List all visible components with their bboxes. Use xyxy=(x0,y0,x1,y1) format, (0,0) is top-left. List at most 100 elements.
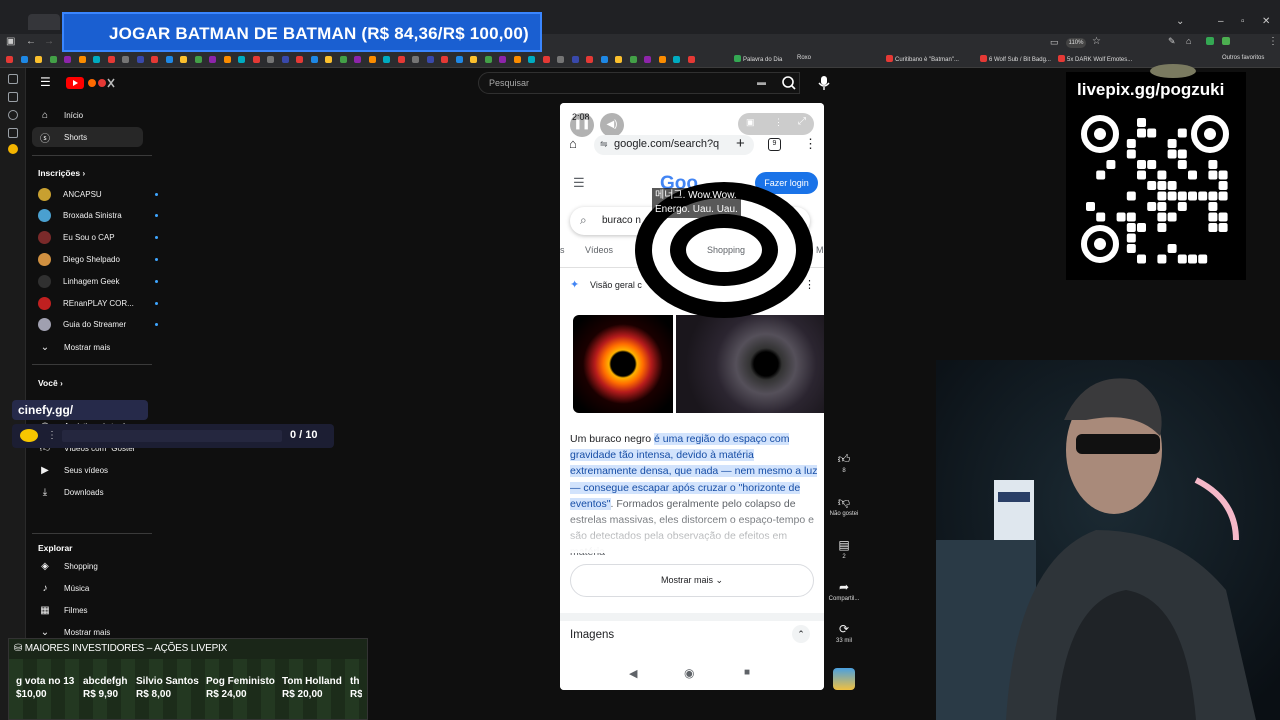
bookmark-favicon-icon[interactable] xyxy=(78,56,86,63)
sidebar-item-film[interactable]: ▦ Filmes xyxy=(32,600,168,620)
keyboard-icon[interactable]: ▬ xyxy=(757,77,766,87)
maximize-icon[interactable]: ▫ xyxy=(1241,16,1245,27)
bookmark-favicon-icon[interactable] xyxy=(339,56,347,63)
sidebar-toggle-icon[interactable]: ▣ xyxy=(6,36,15,47)
bookmark-star-icon[interactable]: ☆ xyxy=(1092,36,1101,47)
bookmark-favicon-icon[interactable] xyxy=(325,56,332,63)
bookmark[interactable]: 6 Wolf Sub / Bit Badg... xyxy=(980,55,1051,63)
bookmark-favicon-icon[interactable] xyxy=(629,56,637,63)
star-icon[interactable] xyxy=(8,128,18,138)
close-icon[interactable]: ✕ xyxy=(1262,16,1270,27)
bookmark-favicon-icon[interactable] xyxy=(281,56,289,63)
extension-icon[interactable] xyxy=(1222,37,1230,45)
subscription-item[interactable]: ANCAPSU xyxy=(32,184,168,204)
bookmark-favicon-icon[interactable] xyxy=(571,56,579,63)
bookmark[interactable]: 5x DARK Wolf Emotes... xyxy=(1058,55,1132,63)
bookmark-favicon-icon[interactable] xyxy=(412,56,419,63)
other-bookmarks[interactable]: Outros favoritos xyxy=(1222,55,1264,61)
screen-icon[interactable]: ▭ xyxy=(1050,37,1059,48)
pause-icon[interactable]: ❚❚ xyxy=(570,113,594,137)
extension-icon[interactable] xyxy=(8,144,18,154)
sidebar-item-shorts[interactable]: ⓢ Shorts xyxy=(32,127,143,147)
sidebar-item-inicio[interactable]: ⌂ Início xyxy=(32,105,168,125)
sound-thumbnail[interactable] xyxy=(833,668,855,690)
hamburger-menu-icon[interactable]: ☰ xyxy=(40,75,51,89)
back-icon[interactable]: ← xyxy=(26,36,36,47)
bookmark-favicon-icon[interactable] xyxy=(368,56,376,63)
home-icon[interactable]: ⌂ xyxy=(569,136,577,151)
subscription-item[interactable]: Guia do Streamer xyxy=(32,315,168,335)
chevron-up-icon[interactable]: ⌃ xyxy=(792,625,810,643)
bookmark-favicon-icon[interactable] xyxy=(383,56,390,63)
search-input[interactable]: Pesquisar xyxy=(478,72,800,94)
subscription-item[interactable]: REnanPLAY COR... xyxy=(32,293,168,313)
share-button[interactable]: ➦ Compartil... xyxy=(826,580,862,602)
more-icon[interactable]: ⋮ xyxy=(774,117,783,128)
remix-button[interactable]: ⟳ 33 mil xyxy=(833,622,855,644)
bookmark[interactable]: Roxo xyxy=(797,55,811,61)
bookmark-icons[interactable] xyxy=(6,56,726,64)
bookmark-favicon-icon[interactable] xyxy=(35,56,42,63)
filter-chip[interactable]: M xyxy=(816,245,824,255)
you-title[interactable]: Você › xyxy=(38,378,63,388)
show-more-button[interactable]: ⌄ Mostrar mais xyxy=(32,337,168,357)
subscription-item[interactable]: Eu Sou o CAP xyxy=(32,228,168,248)
menu-icon[interactable]: ⋮ xyxy=(804,136,817,152)
filter-chip-videos[interactable]: Vídeos xyxy=(585,245,613,255)
bookmark-favicon-icon[interactable] xyxy=(426,56,434,63)
volume-icon[interactable]: ◀) xyxy=(600,113,624,137)
like-button[interactable]: 👍︎ 8 xyxy=(833,452,855,474)
bookmark-favicon-icon[interactable] xyxy=(194,56,202,63)
forward-icon[interactable]: → xyxy=(44,36,54,47)
bookmark-favicon-icon[interactable] xyxy=(542,56,550,63)
bookmark-favicon-icon[interactable] xyxy=(557,56,564,63)
subscription-item[interactable]: Diego Shelpado xyxy=(32,249,168,269)
filter-chip[interactable]: s xyxy=(560,245,565,255)
bookmark-favicon-icon[interactable] xyxy=(49,56,57,63)
tab-switcher-icon[interactable]: 9 xyxy=(768,138,781,151)
bookmark-favicon-icon[interactable] xyxy=(397,56,405,63)
voice-search-button[interactable] xyxy=(815,74,833,92)
black-hole-render-image[interactable] xyxy=(676,315,824,413)
bookmark-favicon-icon[interactable] xyxy=(310,56,318,63)
bookmark-favicon-icon[interactable] xyxy=(64,56,71,63)
bookmark-favicon-icon[interactable] xyxy=(354,56,361,63)
fullscreen-icon[interactable]: ⤢ xyxy=(798,116,806,127)
youtube-logo[interactable] xyxy=(66,76,116,90)
bookmark-favicon-icon[interactable] xyxy=(6,56,13,63)
extension-icon[interactable] xyxy=(1206,37,1214,45)
panel-icon[interactable] xyxy=(8,92,18,102)
bookmark-favicon-icon[interactable] xyxy=(180,56,187,63)
menu-icon[interactable]: ⋮ xyxy=(1268,36,1278,47)
bookmark-favicon-icon[interactable] xyxy=(513,56,521,63)
bookmark-favicon-icon[interactable] xyxy=(658,56,666,63)
new-tab-icon[interactable]: + xyxy=(736,135,745,152)
bookmark-favicon-icon[interactable] xyxy=(470,56,477,63)
sidebar-item-download[interactable]: ⤓ Downloads xyxy=(32,482,168,502)
bookmark-favicon-icon[interactable] xyxy=(586,56,593,63)
recents-icon[interactable]: ■ xyxy=(744,667,750,678)
bookmark-favicon-icon[interactable] xyxy=(151,56,158,63)
comments-button[interactable]: ▤ 2 xyxy=(833,538,855,560)
bookmark-favicon-icon[interactable] xyxy=(136,56,144,63)
bookmark-favicon-icon[interactable] xyxy=(484,56,492,63)
subscriptions-title[interactable]: Inscrições › xyxy=(38,168,85,178)
sidebar-item-music[interactable]: ♪ Música xyxy=(32,578,168,598)
bookmark-favicon-icon[interactable] xyxy=(687,56,695,63)
bookmark-favicon-icon[interactable] xyxy=(600,56,608,63)
tab-list-icon[interactable]: ⌄ xyxy=(1176,16,1184,27)
bookmark-favicon-icon[interactable] xyxy=(499,56,506,63)
address-bar[interactable]: ⇋ google.com/search?q xyxy=(594,135,754,155)
bookmark-favicon-icon[interactable] xyxy=(441,56,448,63)
bookmark-favicon-icon[interactable] xyxy=(223,56,231,63)
bookmark-favicon-icon[interactable] xyxy=(455,56,463,63)
home-icon[interactable]: ⌂ xyxy=(1186,36,1191,46)
browser-tab[interactable] xyxy=(28,14,60,30)
filter-chip-shopping[interactable]: Shopping xyxy=(707,245,745,255)
home-button-icon[interactable]: ◉ xyxy=(684,666,694,680)
back-icon[interactable]: ◀ xyxy=(629,667,637,680)
bookmark-favicon-icon[interactable] xyxy=(267,56,274,63)
bookmark-favicon-icon[interactable] xyxy=(122,56,129,63)
subscription-item[interactable]: Broxada Sinistra xyxy=(32,206,168,226)
history-icon[interactable] xyxy=(8,110,18,120)
